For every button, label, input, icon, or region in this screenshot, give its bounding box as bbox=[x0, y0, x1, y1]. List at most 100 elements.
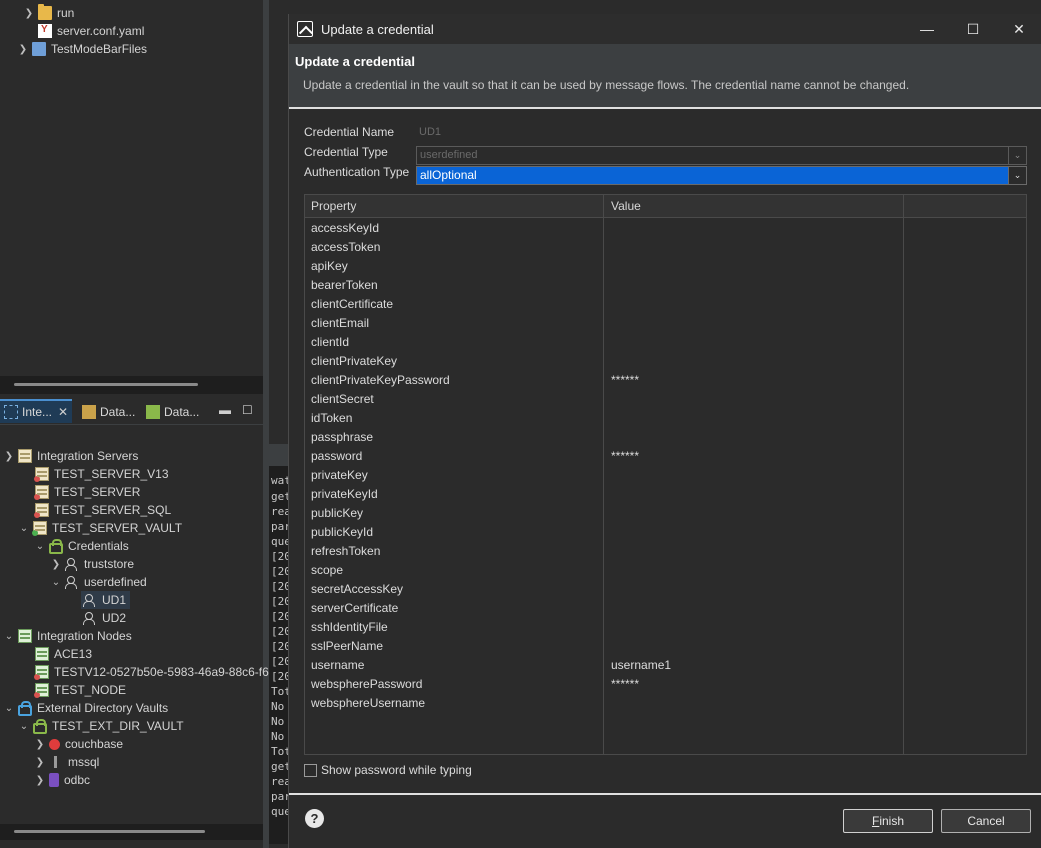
tab-integration-explorer[interactable]: Inte... ✕ bbox=[0, 399, 72, 423]
tree-item-truststore[interactable]: ❯ truststore bbox=[49, 555, 134, 573]
collapse-icon[interactable]: ⌄ bbox=[2, 631, 16, 642]
tree-item-mssql[interactable]: ❯ mssql bbox=[33, 753, 100, 771]
tree-item-integration-servers[interactable]: ❯ Integration Servers bbox=[2, 447, 138, 465]
minimize-view-icon[interactable]: ▬ bbox=[219, 403, 231, 417]
table-row[interactable]: clientPrivateKeyPassword ****** bbox=[305, 371, 1026, 390]
property-value-cell[interactable]: ****** bbox=[611, 373, 639, 387]
tree-item-userdefined[interactable]: ⌄ userdefined bbox=[49, 573, 147, 591]
minimize-window-button[interactable]: — bbox=[904, 14, 950, 44]
close-icon[interactable]: ✕ bbox=[58, 405, 68, 419]
tree-item-ud2[interactable]: UD2 bbox=[81, 609, 126, 627]
table-row[interactable]: publicKeyId bbox=[305, 523, 1026, 542]
tree-item-node[interactable]: TESTV12-0527b50e-5983-46a9-88c6-f61 bbox=[33, 663, 275, 681]
show-password-label[interactable]: Show password while typing bbox=[321, 763, 472, 777]
tree-item-label: truststore bbox=[84, 557, 135, 571]
expand-icon[interactable]: ❯ bbox=[33, 739, 47, 750]
maximize-window-button[interactable]: ☐ bbox=[950, 14, 996, 44]
table-row[interactable]: privateKey bbox=[305, 466, 1026, 485]
table-row[interactable]: sshIdentityFile bbox=[305, 618, 1026, 637]
table-row[interactable]: serverCertificate bbox=[305, 599, 1026, 618]
column-header-value[interactable]: Value bbox=[611, 199, 641, 213]
tree-item-node[interactable]: TEST_NODE bbox=[33, 681, 126, 699]
expand-icon[interactable]: ❯ bbox=[22, 8, 36, 19]
table-row[interactable]: sslPeerName bbox=[305, 637, 1026, 656]
tree-item-integration-nodes[interactable]: ⌄ Integration Nodes bbox=[2, 627, 132, 645]
tree-item-external-vaults[interactable]: ⌄ External Directory Vaults bbox=[2, 699, 168, 717]
table-row[interactable]: idToken bbox=[305, 409, 1026, 428]
tree-item-testmodebarfiles[interactable]: ❯ TestModeBarFiles bbox=[16, 40, 147, 58]
expand-icon[interactable]: ❯ bbox=[16, 44, 30, 55]
help-icon[interactable]: ? bbox=[305, 809, 324, 828]
scrollbar-thumb[interactable] bbox=[14, 830, 205, 833]
scrollbar-thumb[interactable] bbox=[14, 383, 198, 386]
table-row[interactable]: accessToken bbox=[305, 238, 1026, 257]
table-row[interactable]: clientSecret bbox=[305, 390, 1026, 409]
table-row[interactable]: secretAccessKey bbox=[305, 580, 1026, 599]
property-value-cell[interactable]: ****** bbox=[611, 677, 639, 691]
expand-icon[interactable]: ❯ bbox=[33, 757, 47, 768]
table-row[interactable]: accessKeyId bbox=[305, 219, 1026, 238]
collapse-icon[interactable]: ⌄ bbox=[17, 721, 31, 732]
data-source-icon bbox=[82, 405, 96, 419]
tree-item-ud1[interactable]: UD1 bbox=[81, 591, 131, 609]
tree-item-run[interactable]: ❯ run bbox=[22, 4, 74, 22]
horizontal-scrollbar[interactable] bbox=[0, 376, 263, 394]
tree-item-credentials[interactable]: ⌄ Credentials bbox=[33, 537, 129, 555]
close-window-button[interactable]: ✕ bbox=[996, 14, 1041, 44]
finish-button[interactable]: Finish bbox=[843, 809, 933, 833]
collapse-icon[interactable]: ⌄ bbox=[2, 703, 16, 714]
table-row[interactable]: refreshToken bbox=[305, 542, 1026, 561]
expand-icon[interactable]: ❯ bbox=[33, 775, 47, 786]
authentication-type-selection[interactable]: allOptional bbox=[417, 167, 1008, 184]
tree-item-odbc[interactable]: ❯ odbc bbox=[33, 771, 90, 789]
table-row[interactable]: clientCertificate bbox=[305, 295, 1026, 314]
table-row[interactable]: scope bbox=[305, 561, 1026, 580]
couchbase-icon bbox=[49, 739, 60, 750]
collapse-icon[interactable]: ⌄ bbox=[33, 541, 47, 552]
tree-item-server[interactable]: ⌄ TEST_SERVER_VAULT bbox=[17, 519, 182, 537]
tab-data-source[interactable]: Data... bbox=[78, 401, 135, 423]
table-row[interactable]: passphrase bbox=[305, 428, 1026, 447]
horizontal-scrollbar[interactable] bbox=[0, 824, 263, 840]
tree-item-ext-vault[interactable]: ⌄ TEST_EXT_DIR_VAULT bbox=[17, 717, 184, 735]
tree-item-server[interactable]: TEST_SERVER_SQL bbox=[33, 501, 171, 519]
collapse-icon[interactable]: ⌄ bbox=[49, 577, 63, 588]
table-row[interactable]: clientEmail bbox=[305, 314, 1026, 333]
show-password-checkbox-row[interactable]: Show password while typing bbox=[304, 763, 472, 777]
table-row[interactable]: username username1 bbox=[305, 656, 1026, 675]
dialog-titlebar[interactable]: Update a credential — ☐ ✕ bbox=[289, 14, 1041, 44]
collapse-icon[interactable]: ⌄ bbox=[17, 523, 31, 534]
table-row[interactable]: clientPrivateKey bbox=[305, 352, 1026, 371]
tree-item-couchbase[interactable]: ❯ couchbase bbox=[33, 735, 123, 753]
table-row[interactable]: websphereUsername bbox=[305, 694, 1026, 713]
table-row[interactable]: password ****** bbox=[305, 447, 1026, 466]
table-row[interactable]: publicKey bbox=[305, 504, 1026, 523]
cancel-button[interactable]: Cancel bbox=[941, 809, 1031, 833]
tree-item-node[interactable]: ACE13 bbox=[33, 645, 92, 663]
maximize-view-icon[interactable]: ☐ bbox=[242, 403, 253, 417]
tree-item-label: TEST_SERVER_SQL bbox=[54, 503, 172, 517]
column-header-property[interactable]: Property bbox=[311, 199, 356, 213]
authentication-type-combo[interactable]: allOptional ⌄ bbox=[416, 166, 1027, 185]
integration-servers-icon bbox=[18, 449, 32, 463]
chevron-down-icon[interactable]: ⌄ bbox=[1008, 167, 1026, 184]
tree-item-server[interactable]: TEST_SERVER bbox=[33, 483, 140, 501]
table-row[interactable]: webspherePassword ****** bbox=[305, 675, 1026, 694]
tree-item-label: External Directory Vaults bbox=[37, 701, 169, 715]
property-name-cell: clientCertificate bbox=[311, 297, 394, 311]
table-row[interactable]: clientId bbox=[305, 333, 1026, 352]
collapse-icon[interactable]: ❯ bbox=[2, 451, 16, 462]
property-name-cell: clientEmail bbox=[311, 316, 370, 330]
tab-data-project[interactable]: Data... bbox=[142, 401, 199, 423]
tree-item-server-conf[interactable]: server.conf.yaml bbox=[36, 22, 144, 40]
tree-item-label: TEST_EXT_DIR_VAULT bbox=[52, 719, 184, 733]
table-row[interactable]: apiKey bbox=[305, 257, 1026, 276]
expand-icon[interactable]: ❯ bbox=[49, 559, 63, 570]
table-row[interactable]: bearerToken bbox=[305, 276, 1026, 295]
folder-icon bbox=[38, 4, 52, 20]
table-row[interactable]: privateKeyId bbox=[305, 485, 1026, 504]
tree-item-server[interactable]: TEST_SERVER_V13 bbox=[33, 465, 169, 483]
property-value-cell[interactable]: username1 bbox=[611, 658, 671, 672]
show-password-checkbox[interactable] bbox=[304, 763, 317, 777]
property-value-cell[interactable]: ****** bbox=[611, 449, 639, 463]
